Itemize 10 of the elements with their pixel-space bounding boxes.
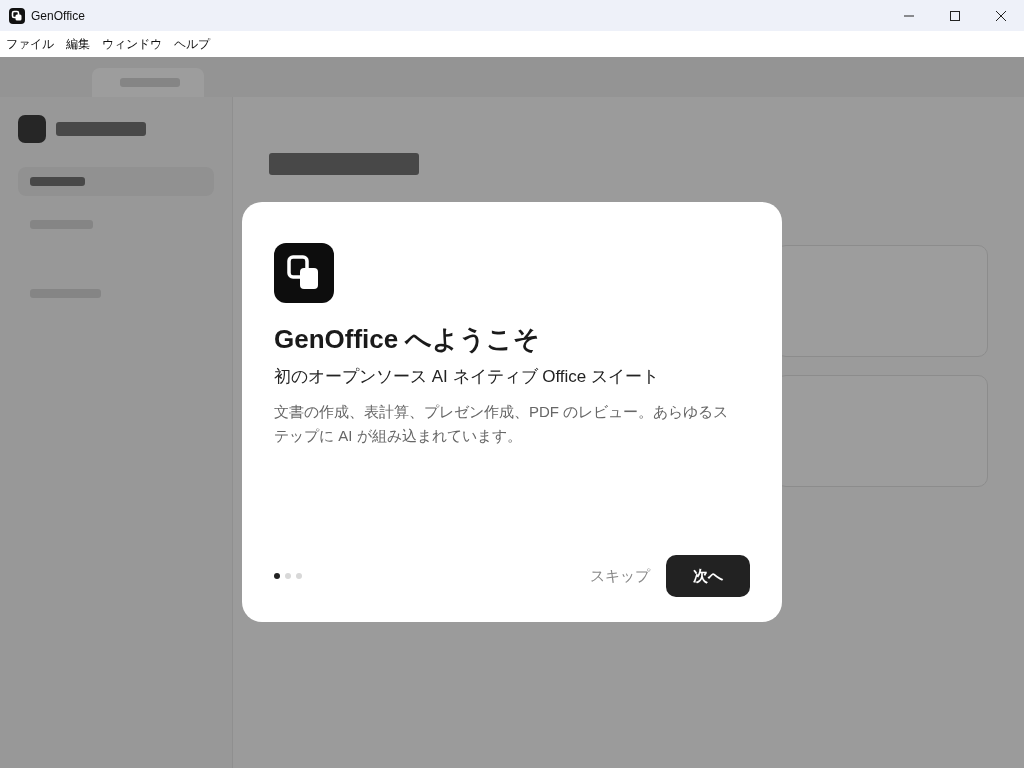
menu-item[interactable]: 編集 xyxy=(66,35,90,53)
menu-item[interactable]: ウィンドウ xyxy=(102,35,162,53)
menu-item[interactable]: ヘルプ xyxy=(174,35,210,53)
dialog-description: 文書の作成、表計算、プレゼン作成、PDF のレビュー。あらゆるステップに AI が組み込まれています。 xyxy=(274,402,730,446)
menu-item[interactable]: ファイル xyxy=(6,35,54,53)
skip-button[interactable]: スキップ xyxy=(582,558,658,594)
dialog-title: GenOffice へようこそ xyxy=(274,323,542,356)
next-button[interactable]: 次へ xyxy=(666,555,750,597)
dialog-subtitle: 初のオープンソース AI ネイティブ Office スイート xyxy=(274,366,661,388)
window-title: GenOffice xyxy=(31,8,85,23)
